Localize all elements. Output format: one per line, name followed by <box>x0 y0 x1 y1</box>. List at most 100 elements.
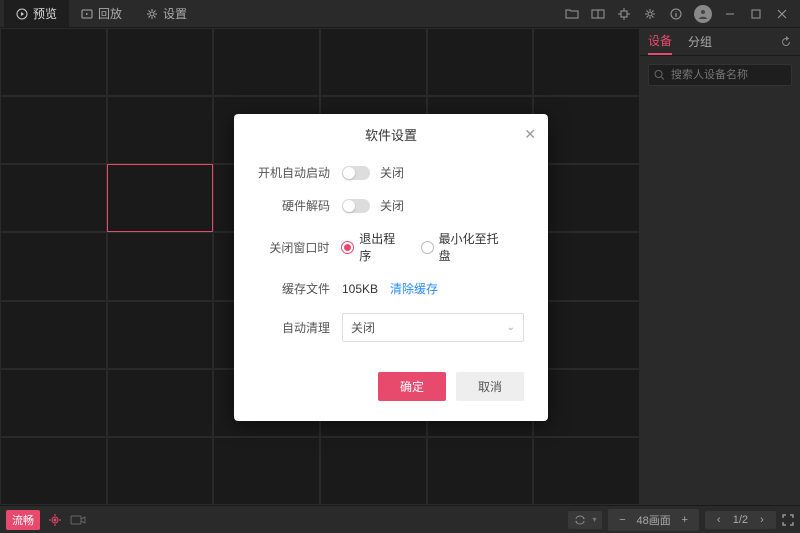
grid-cell[interactable] <box>427 437 534 505</box>
capture-icon[interactable] <box>48 513 62 527</box>
row-label: 缓存文件 <box>258 280 330 297</box>
grid-plus-button[interactable]: + <box>677 514 693 526</box>
grid-cell[interactable] <box>533 96 640 164</box>
row-cache: 缓存文件 105KB 清除缓存 <box>258 280 524 297</box>
toggle-state: 关闭 <box>380 197 404 214</box>
nav-tab-settings[interactable]: 设置 <box>134 0 199 27</box>
search-box <box>648 64 792 86</box>
row-label: 开机自动启动 <box>258 164 330 181</box>
radio-label: 退出程序 <box>359 230 407 264</box>
toggle-state: 关闭 <box>380 164 404 181</box>
radio-tray[interactable]: 最小化至托盘 <box>421 230 510 264</box>
tab-label: 设备 <box>648 32 672 49</box>
top-bar: 预览 回放 设置 <box>0 0 800 28</box>
info-icon[interactable] <box>668 6 684 22</box>
grid-cell[interactable] <box>0 232 107 300</box>
grid-cell[interactable] <box>0 369 107 437</box>
right-panel: 设备 分组 <box>640 28 800 505</box>
grid-cell[interactable] <box>320 28 427 96</box>
grid-cell[interactable] <box>0 164 107 232</box>
grid-layout-control: − 48画面 + <box>608 509 698 531</box>
gear-icon <box>146 8 158 20</box>
grid-cell[interactable] <box>533 301 640 369</box>
grid-cell[interactable] <box>533 28 640 96</box>
window-icon[interactable] <box>590 6 606 22</box>
row-autostart: 开机自动启动 关闭 <box>258 164 524 181</box>
grid-cell[interactable] <box>427 28 534 96</box>
autoclear-select[interactable]: 关闭 ⌄ <box>342 313 524 342</box>
playback-icon <box>81 8 93 20</box>
quality-badge[interactable]: 流畅 <box>6 510 40 530</box>
dialog-header: 软件设置 ✕ <box>234 114 548 154</box>
grid-cell[interactable] <box>533 164 640 232</box>
toggle-hwdecode[interactable] <box>342 199 370 213</box>
dialog-body: 开机自动启动 关闭 硬件解码 关闭 关闭窗口时 退出程序 最小化至托盘 缓存文件… <box>234 154 548 366</box>
play-circle-icon <box>16 8 28 20</box>
gear-icon[interactable] <box>642 6 658 22</box>
grid-cell[interactable] <box>533 369 640 437</box>
avatar[interactable] <box>694 5 712 23</box>
grid-cell[interactable] <box>107 232 214 300</box>
fullscreen-icon[interactable] <box>782 514 794 526</box>
toggle-autostart[interactable] <box>342 166 370 180</box>
pager-control: ‹ 1/2 › <box>705 511 776 529</box>
bottom-bar: 流畅 ▾ − 48画面 + ‹ 1/2 › <box>0 505 800 533</box>
row-label: 自动清理 <box>258 319 330 336</box>
chevron-down-icon: ⌄ <box>507 322 515 333</box>
right-panel-tabs: 设备 分组 <box>640 28 800 56</box>
bottombar-left: 流畅 <box>6 510 86 530</box>
radio-dot-icon <box>341 241 354 254</box>
row-hwdecode: 硬件解码 关闭 <box>258 197 524 214</box>
grid-cell[interactable] <box>0 28 107 96</box>
grid-cell[interactable] <box>213 28 320 96</box>
grid-cell[interactable] <box>320 437 427 505</box>
nav-tab-label: 设置 <box>163 5 187 22</box>
grid-cell[interactable] <box>0 437 107 505</box>
nav-tab-label: 预览 <box>33 5 57 22</box>
refresh-icon[interactable] <box>780 36 792 48</box>
pager-label: 1/2 <box>733 514 748 526</box>
grid-minus-button[interactable]: − <box>614 514 630 526</box>
search-icon <box>654 70 665 81</box>
search-input[interactable] <box>648 64 792 86</box>
maximize-icon[interactable] <box>748 6 764 22</box>
grid-cell-selected[interactable] <box>107 164 214 232</box>
radio-exit[interactable]: 退出程序 <box>341 230 406 264</box>
folder-icon[interactable] <box>564 6 580 22</box>
close-icon[interactable] <box>774 6 790 22</box>
bottombar-right: ▾ − 48画面 + ‹ 1/2 › <box>568 509 794 531</box>
grid-cell[interactable] <box>107 96 214 164</box>
loop-control[interactable]: ▾ <box>568 511 602 529</box>
grid-label: 48画面 <box>636 512 670 528</box>
ok-button[interactable]: 确定 <box>378 372 446 401</box>
target-icon[interactable] <box>616 6 632 22</box>
cancel-button[interactable]: 取消 <box>456 372 524 401</box>
dialog-footer: 确定 取消 <box>234 366 548 421</box>
topnav-right <box>564 5 796 23</box>
row-autoclear: 自动清理 关闭 ⌄ <box>258 313 524 342</box>
minimize-icon[interactable] <box>722 6 738 22</box>
grid-cell[interactable] <box>533 437 640 505</box>
grid-cell[interactable] <box>0 96 107 164</box>
topnav-left: 预览 回放 设置 <box>4 0 199 27</box>
camera-icon[interactable] <box>70 514 86 526</box>
page-prev-button[interactable]: ‹ <box>711 514 727 526</box>
dialog-close-button[interactable]: ✕ <box>524 126 536 143</box>
grid-cell[interactable] <box>107 301 214 369</box>
grid-cell[interactable] <box>107 437 214 505</box>
page-next-button[interactable]: › <box>754 514 770 526</box>
nav-tab-label: 回放 <box>98 5 122 22</box>
grid-cell[interactable] <box>107 28 214 96</box>
dialog-title: 软件设置 <box>365 125 417 144</box>
nav-tab-preview[interactable]: 预览 <box>4 0 69 27</box>
clear-cache-link[interactable]: 清除缓存 <box>390 280 438 297</box>
tab-label: 分组 <box>688 33 712 50</box>
nav-tab-playback[interactable]: 回放 <box>69 0 134 27</box>
grid-cell[interactable] <box>107 369 214 437</box>
tab-group[interactable]: 分组 <box>688 28 712 55</box>
grid-cell[interactable] <box>0 301 107 369</box>
grid-cell[interactable] <box>533 232 640 300</box>
tab-device[interactable]: 设备 <box>648 28 672 55</box>
settings-dialog: 软件设置 ✕ 开机自动启动 关闭 硬件解码 关闭 关闭窗口时 退出程序 最小化至… <box>234 114 548 421</box>
grid-cell[interactable] <box>213 437 320 505</box>
